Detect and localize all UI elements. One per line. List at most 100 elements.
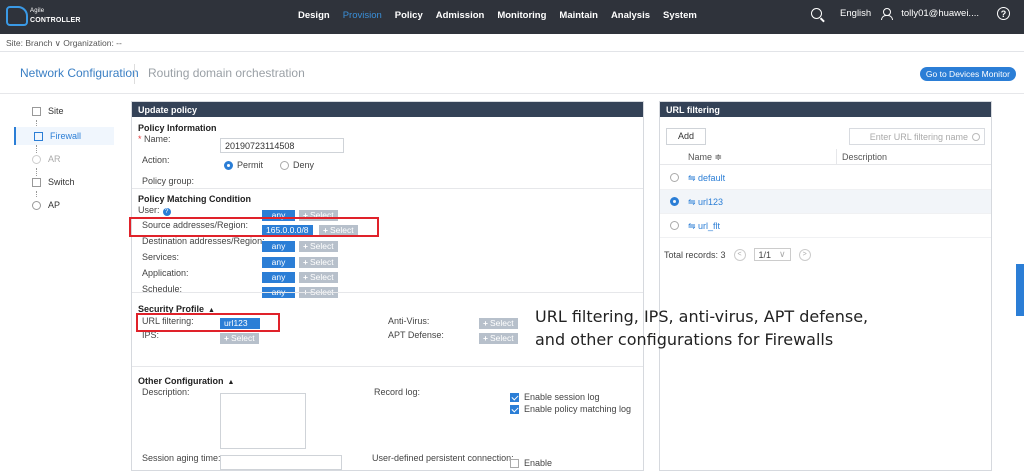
enable-session-log-checkbox[interactable]: Enable session log xyxy=(510,392,600,402)
logo-line2: CONTROLLER xyxy=(30,17,81,24)
name-label: * Name: xyxy=(138,134,171,144)
add-url-filtering-button[interactable]: Add xyxy=(666,128,706,145)
row-name-link[interactable]: ⇋ url123 xyxy=(688,197,723,208)
update-policy-panel: Update policy Policy Information * Name:… xyxy=(129,101,644,471)
destination-select-button[interactable]: + Select xyxy=(299,241,338,252)
antivirus-select-button[interactable]: + Select xyxy=(479,318,518,329)
url-filtering-highlight-box xyxy=(136,313,280,332)
tab-bar: Network Configuration Routing domain orc… xyxy=(0,52,1024,94)
permit-radio[interactable]: Permit xyxy=(224,160,263,170)
radio-label: Permit xyxy=(237,160,264,170)
top-navigation-bar: Agile CONTROLLER Design Provision Policy… xyxy=(0,0,1024,34)
description-label: Description: xyxy=(142,387,190,397)
sidebar-item-switch[interactable]: Switch xyxy=(14,173,114,191)
session-aging-input[interactable] xyxy=(220,455,342,470)
main-nav: Design Provision Policy Admission Monito… xyxy=(298,10,697,21)
tab-routing-domain-orchestration[interactable]: Routing domain orchestration xyxy=(148,66,305,80)
action-label: Action: xyxy=(142,155,170,165)
breadcrumb[interactable]: Site: Branch ∨ Organization: -- xyxy=(0,34,1024,52)
panel-title: URL filtering xyxy=(660,102,991,117)
next-page-icon[interactable]: > xyxy=(798,248,811,261)
search-icon[interactable] xyxy=(811,8,823,19)
policy-information-section: Policy Information * Name: Action: Permi… xyxy=(132,118,643,188)
user-name[interactable]: tolly01@huawei.... xyxy=(901,8,979,19)
radio-label: Deny xyxy=(293,160,315,170)
nav-analysis[interactable]: Analysis xyxy=(611,10,650,21)
services-select-button[interactable]: + Select xyxy=(299,257,338,268)
sidebar-item-ar[interactable]: AR xyxy=(14,150,114,168)
help-icon[interactable]: ? xyxy=(997,7,1010,20)
enable-policy-matching-log-checkbox[interactable]: Enable policy matching log xyxy=(510,404,631,414)
row-radio-icon[interactable] xyxy=(670,221,679,230)
previous-page-icon[interactable]: < xyxy=(733,248,746,261)
sidebar-item-firewall[interactable]: Firewall xyxy=(14,127,114,145)
ap-icon xyxy=(32,200,41,210)
section-title: Policy Information xyxy=(138,123,217,133)
table-row[interactable]: ⇋ url123 xyxy=(660,190,991,214)
record-log-label: Record log: xyxy=(374,387,421,397)
agile-controller-logo-icon[interactable] xyxy=(6,6,28,26)
apt-defense-select-button[interactable]: + Select xyxy=(479,333,518,344)
row-name-link[interactable]: ⇋ url_flt xyxy=(688,221,720,232)
row-name-link[interactable]: ⇋ default xyxy=(688,173,725,184)
ips-select-button[interactable]: + Select xyxy=(220,333,259,344)
destination-any-chip[interactable]: any xyxy=(262,241,295,252)
session-aging-label: Session aging time: xyxy=(142,453,221,463)
apt-defense-label: APT Defense: xyxy=(388,330,444,340)
side-toolbar-tab[interactable] xyxy=(1016,264,1024,316)
table-header: Name ≑ Description xyxy=(660,149,991,165)
source-highlight-box xyxy=(129,217,379,237)
annotation-text: URL filtering, IPS, anti-virus, APT defe… xyxy=(535,307,869,349)
column-name-header[interactable]: Name ≑ xyxy=(688,152,722,163)
nav-maintain[interactable]: Maintain xyxy=(559,10,598,21)
nav-design[interactable]: Design xyxy=(298,10,330,21)
search-placeholder: Enter URL filtering name xyxy=(869,132,968,142)
checkbox-checked-icon xyxy=(510,404,519,414)
page-selector[interactable]: 1/1 ∨ xyxy=(753,248,791,261)
services-any-chip[interactable]: any xyxy=(262,257,295,268)
search-icon[interactable] xyxy=(972,133,980,141)
destination-label: Destination addresses/Region: xyxy=(142,236,265,246)
go-to-devices-monitor-button[interactable]: Go to Devices Monitor xyxy=(919,67,1016,81)
policy-group-label: Policy group: xyxy=(142,176,195,186)
logo-text: Agile CONTROLLER xyxy=(30,7,81,25)
sidebar-item-label: AR xyxy=(48,154,61,164)
checkbox-checked-icon xyxy=(510,392,519,402)
sidebar-item-ap[interactable]: AP xyxy=(14,196,114,214)
logo-line1: Agile xyxy=(30,8,45,14)
url-filtering-search-input[interactable]: Enter URL filtering name xyxy=(849,128,985,145)
user-label: User:? xyxy=(138,205,171,216)
table-row[interactable]: ⇋ url_flt xyxy=(660,214,991,238)
ar-icon xyxy=(32,154,41,164)
site-icon xyxy=(32,106,41,116)
table-row[interactable]: ⇋ default xyxy=(660,166,991,190)
collapse-caret-icon[interactable]: ▲ xyxy=(228,379,235,386)
other-configuration-section: Other Configuration ▲ Description: Record… xyxy=(132,366,643,471)
language-selector[interactable]: English xyxy=(840,8,871,19)
name-input[interactable] xyxy=(220,138,344,153)
nav-admission[interactable]: Admission xyxy=(436,10,485,21)
checkbox-label: Enable policy matching log xyxy=(524,404,632,414)
nav-provision[interactable]: Provision xyxy=(343,10,382,21)
url-filtering-panel: URL filtering Add Enter URL filtering na… xyxy=(659,101,992,471)
nav-monitoring[interactable]: Monitoring xyxy=(497,10,546,21)
application-any-chip[interactable]: any xyxy=(262,272,295,283)
firewall-icon xyxy=(34,131,43,141)
sidebar-item-label: Firewall xyxy=(50,131,82,141)
user-icon[interactable] xyxy=(881,8,894,20)
row-radio-icon[interactable] xyxy=(670,197,679,206)
section-title[interactable]: Other Configuration ▲ xyxy=(138,376,234,386)
persistent-connection-checkbox[interactable]: Enable xyxy=(510,458,552,468)
checkbox-label: Enable session log xyxy=(524,392,600,402)
tab-network-configuration[interactable]: Network Configuration xyxy=(20,66,139,80)
sidebar-item-site[interactable]: Site xyxy=(14,102,114,120)
help-icon[interactable]: ? xyxy=(162,208,171,216)
column-description-header: Description xyxy=(842,152,888,162)
chevron-down-icon: ∨ xyxy=(779,249,786,259)
nav-policy[interactable]: Policy xyxy=(395,10,423,21)
nav-system[interactable]: System xyxy=(663,10,697,21)
application-select-button[interactable]: + Select xyxy=(299,272,338,283)
deny-radio[interactable]: Deny xyxy=(280,160,314,170)
description-textarea[interactable] xyxy=(220,393,306,449)
row-radio-icon[interactable] xyxy=(670,173,679,182)
